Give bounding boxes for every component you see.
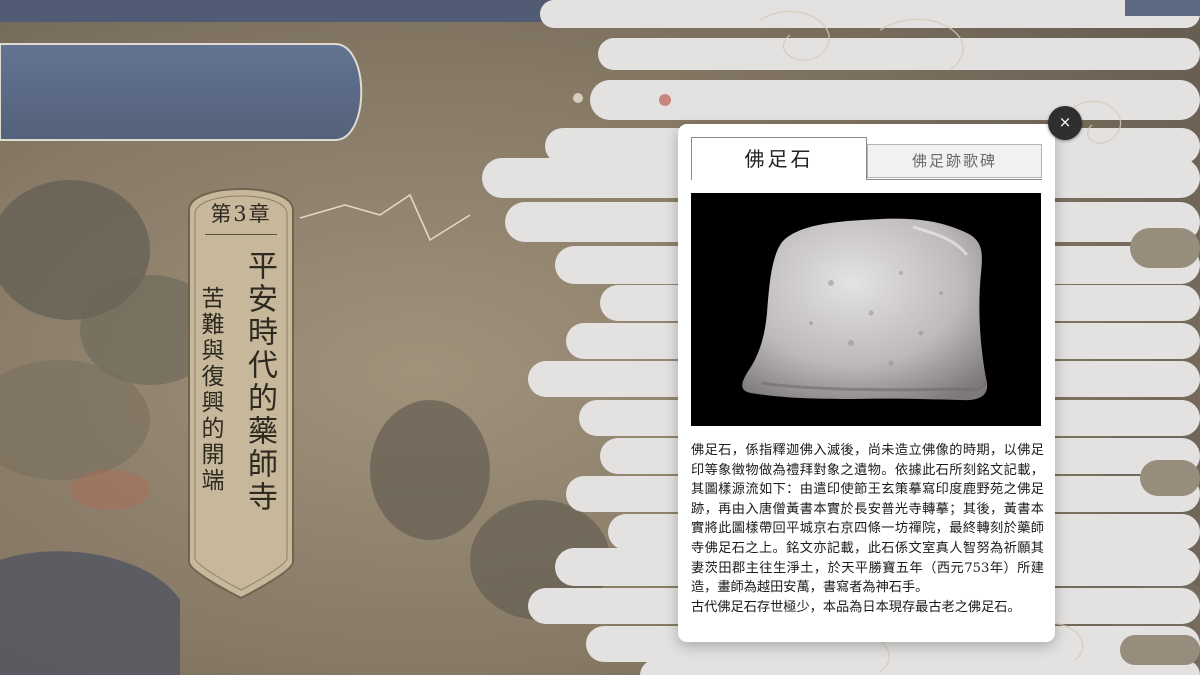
tab-buddha-footprint-poem-stele[interactable]: 佛足跡歌碑: [867, 144, 1042, 178]
artifact-image: [691, 193, 1041, 426]
tab-buddha-footprint-stone[interactable]: 佛足石: [691, 137, 867, 180]
chapter-title: 平安時代的藥師寺: [242, 250, 277, 514]
chapter-subtitle: 苦難與復興的開端: [197, 286, 223, 494]
chapter-banner: 第3章 平安時代的藥師寺 苦難與復興的開端: [183, 172, 299, 602]
artifact-description: 佛足石，係指釋迦佛入滅後，尚未造立佛像的時期，以佛足印等象徵物做為禮拜對象之遺物…: [691, 441, 1044, 617]
close-icon: ×: [1058, 113, 1072, 131]
description-paragraph: 佛足石，係指釋迦佛入滅後，尚未造立佛像的時期，以佛足印等象徵物做為禮拜對象之遺物…: [691, 443, 1044, 596]
close-button[interactable]: ×: [1048, 106, 1082, 140]
tab-underline: [867, 179, 1042, 180]
artifact-info-modal: 佛足石 佛足跡歌碑 佛足石，係指釋迦佛入滅後，尚未造立佛像的時期，以佛足印等象徵…: [678, 124, 1055, 642]
chapter-number: 第3章: [210, 202, 272, 226]
description-paragraph: 古代佛足石存世極少，本品為日本現存最古老之佛足石。: [691, 599, 1021, 615]
chapter-divider: [205, 234, 277, 235]
